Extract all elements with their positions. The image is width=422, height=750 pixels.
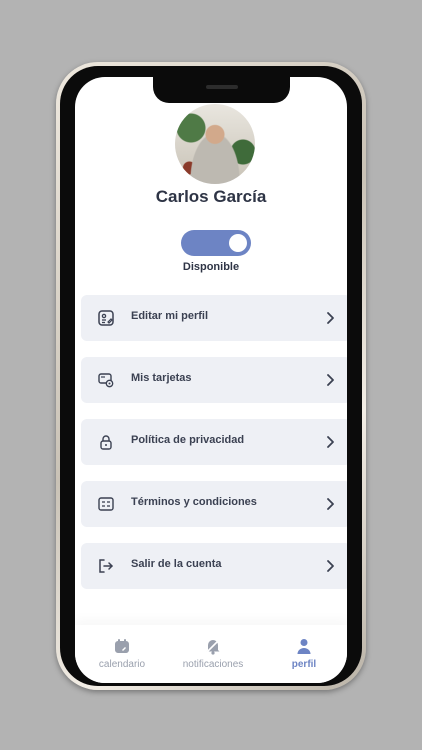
menu-item-label: Política de privacidad (131, 434, 245, 446)
menu-item-privacy-policy[interactable]: Política de privacidad (81, 419, 347, 465)
menu-item-logout[interactable]: Salir de la cuenta (81, 543, 347, 589)
menu-item-label: Salir de la cuenta (131, 558, 222, 570)
profile-name: Carlos García (155, 187, 267, 206)
chevron-right-icon (327, 312, 334, 324)
logout-icon (99, 559, 113, 573)
bell-icon (205, 638, 221, 655)
availability-toggle[interactable] (181, 230, 251, 256)
cards-icon (98, 373, 114, 388)
user-icon (297, 639, 311, 654)
availability-label: Disponible (182, 261, 240, 273)
tab-notificaciones[interactable]: notificaciones (168, 637, 258, 670)
app-screen: Carlos García Disponible Editar mi perfi… (75, 77, 347, 683)
tab-label: calendario (98, 659, 146, 670)
chevron-right-icon (327, 498, 334, 510)
document-list-icon (98, 497, 114, 511)
tab-label: notificaciones (182, 659, 244, 670)
phone-bezel: Carlos García Disponible Editar mi perfi… (60, 66, 362, 686)
tab-calendario[interactable]: calendario (77, 637, 167, 670)
id-card-edit-icon (98, 310, 114, 326)
phone-frame: Carlos García Disponible Editar mi perfi… (56, 62, 366, 690)
menu-item-label: Editar mi perfil (131, 310, 209, 322)
chevron-right-icon (327, 374, 334, 386)
speaker-grille (206, 85, 238, 89)
profile-menu: Editar mi perfil Mis tarjetas Política d… (81, 295, 347, 605)
menu-item-terms[interactable]: Términos y condiciones (81, 481, 347, 527)
menu-item-label: Términos y condiciones (131, 496, 257, 508)
chevron-right-icon (327, 560, 334, 572)
lock-icon (100, 435, 112, 450)
avatar[interactable] (175, 104, 255, 184)
bottom-tab-bar: calendario notificaciones perfil (75, 625, 347, 683)
toggle-knob (229, 234, 247, 252)
menu-item-my-cards[interactable]: Mis tarjetas (81, 357, 347, 403)
tab-label: perfil (291, 659, 317, 670)
phone-notch (153, 77, 290, 103)
chevron-right-icon (327, 436, 334, 448)
menu-item-edit-profile[interactable]: Editar mi perfil (81, 295, 347, 341)
menu-item-label: Mis tarjetas (131, 372, 192, 384)
calendar-icon (115, 639, 129, 653)
tab-perfil[interactable]: perfil (259, 637, 347, 670)
